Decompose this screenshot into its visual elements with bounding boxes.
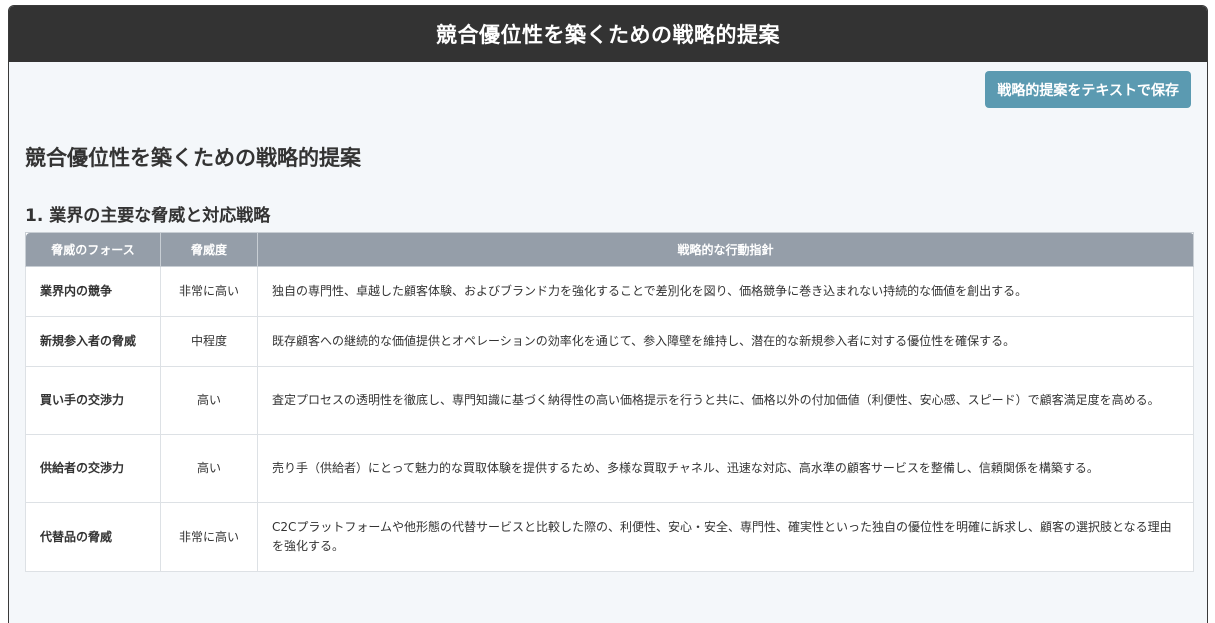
threat-level-cell: 高い	[160, 366, 258, 435]
table-row: 買い手の交渉力 高い 査定プロセスの透明性を徹底し、専門知識に基づく納得性の高い…	[25, 366, 1194, 435]
table-row: 代替品の脅威 非常に高い C2Cプラットフォームや他形態の代替サービスと比較した…	[25, 502, 1194, 572]
strategy-cell: 既存顧客への継続的な価値提供とオペレーションの効率化を通じて、参入障壁を維持し、…	[257, 316, 1194, 367]
table-row: 新規参入者の脅威 中程度 既存顧客への継続的な価値提供とオペレーションの効率化を…	[25, 316, 1194, 367]
table-row: 業界内の競争 非常に高い 独自の専門性、卓越した顧客体験、およびブランド力を強化…	[25, 266, 1194, 317]
section-title: 1. 業界の主要な脅威と対応戦略	[25, 206, 271, 226]
save-as-text-button[interactable]: 戦略的提案をテキストで保存	[985, 71, 1191, 108]
column-header-strategy: 戦略的な行動指針	[257, 232, 1194, 267]
threat-level-cell: 高い	[160, 434, 258, 503]
threat-strategy-table: 脅威のフォース 脅威度 戦略的な行動指針 業界内の競争 非常に高い 独自の専門性…	[25, 232, 1194, 572]
threat-level-cell: 非常に高い	[160, 266, 258, 317]
window-title-bar: 競合優位性を築くための戦略的提案	[9, 6, 1207, 62]
force-cell: 買い手の交渉力	[25, 366, 161, 435]
force-cell: 代替品の脅威	[25, 502, 161, 572]
strategy-cell: 査定プロセスの透明性を徹底し、専門知識に基づく納得性の高い価格提示を行うと共に、…	[257, 366, 1194, 435]
strategy-cell: C2Cプラットフォームや他形態の代替サービスと比較した際の、利便性、安心・安全、…	[257, 502, 1194, 572]
threat-level-cell: 非常に高い	[160, 502, 258, 572]
force-cell: 新規参入者の脅威	[25, 316, 161, 367]
table-row: 供給者の交渉力 高い 売り手（供給者）にとって魅力的な買取体験を提供するため、多…	[25, 434, 1194, 503]
force-cell: 業界内の競争	[25, 266, 161, 317]
app-window: 競合優位性を築くための戦略的提案 戦略的提案をテキストで保存 競合優位性を築くた…	[8, 5, 1208, 623]
window-title: 競合優位性を築くための戦略的提案	[436, 23, 780, 47]
strategy-cell: 独自の専門性、卓越した顧客体験、およびブランド力を強化することで差別化を図り、価…	[257, 266, 1194, 317]
column-header-force: 脅威のフォース	[25, 232, 161, 267]
strategy-cell: 売り手（供給者）にとって魅力的な買取体験を提供するため、多様な買取チャネル、迅速…	[257, 434, 1194, 503]
threat-level-cell: 中程度	[160, 316, 258, 367]
document-title: 競合優位性を築くための戦略的提案	[25, 146, 361, 170]
force-cell: 供給者の交渉力	[25, 434, 161, 503]
table-header-row: 脅威のフォース 脅威度 戦略的な行動指針	[25, 232, 1194, 267]
column-header-level: 脅威度	[160, 232, 258, 267]
